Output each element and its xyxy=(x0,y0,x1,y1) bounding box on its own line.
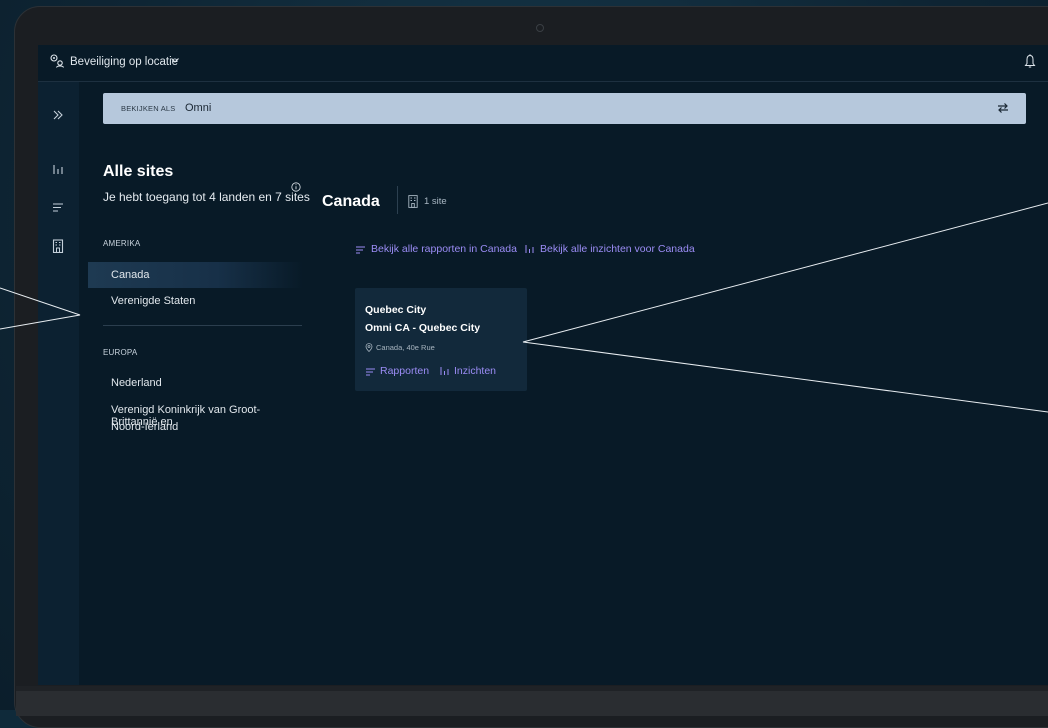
site-card-insights-label: Inzichten xyxy=(454,365,497,377)
country-item-united-kingdom-cont[interactable]: Noord-Ierland xyxy=(88,421,303,433)
region-divider xyxy=(103,325,302,326)
site-count: 1 site xyxy=(424,196,447,207)
site-card-address-text: Canada, 40e Rue xyxy=(376,343,435,352)
location-pin-icon xyxy=(365,343,373,352)
view-all-insights-link[interactable]: Bekijk alle inzichten voor Canada xyxy=(524,243,695,255)
site-card-address: Canada, 40e Rue xyxy=(365,343,435,352)
location-security-icon xyxy=(50,54,64,68)
view-all-insights-label: Bekijk alle inzichten voor Canada xyxy=(540,243,695,255)
chevron-down-icon[interactable] xyxy=(170,55,180,65)
swap-icon[interactable] xyxy=(996,101,1010,115)
view-as-label: BEKIJKEN ALS xyxy=(121,104,176,113)
site-card-insights-link[interactable]: Inzichten xyxy=(439,365,496,377)
reports-icon[interactable] xyxy=(51,200,65,214)
site-card-city: Quebec City xyxy=(365,304,427,316)
top-bar: Beveiliging op locatie xyxy=(38,45,1048,82)
nav-rail xyxy=(38,82,79,685)
sites-subtitle: Je hebt toegang tot 4 landen en 7 sites xyxy=(103,190,310,204)
app-title[interactable]: Beveiliging op locatie xyxy=(70,56,178,68)
country-item-netherlands[interactable]: Nederland xyxy=(88,377,303,389)
insights-icon[interactable] xyxy=(51,162,65,176)
camera xyxy=(536,24,544,32)
heading-divider xyxy=(397,186,398,214)
country-heading: Canada xyxy=(322,193,380,210)
insights-icon xyxy=(525,245,534,253)
expand-icon[interactable] xyxy=(51,108,65,122)
building-icon xyxy=(408,195,418,208)
sites-icon[interactable] xyxy=(51,239,65,253)
view-as-bar[interactable]: BEKIJKEN ALS Omni xyxy=(103,93,1026,124)
app-screen: Beveiliging op locatie BEKIJKEN ALS Omni xyxy=(38,45,1048,685)
laptop-base-edge xyxy=(16,686,1048,691)
site-card-reports-link[interactable]: Rapporten xyxy=(365,365,429,377)
site-card[interactable]: Quebec City Omni CA - Quebec City Canada… xyxy=(355,288,527,391)
country-item-united-states[interactable]: Verenigde Staten xyxy=(88,295,303,307)
view-all-reports-label: Bekijk alle rapporten in Canada xyxy=(371,243,517,255)
reports-icon xyxy=(356,246,365,253)
region-label-europe: EUROPA xyxy=(103,348,138,357)
region-label-america: AMERIKA xyxy=(103,239,141,248)
bell-icon[interactable] xyxy=(1024,54,1036,69)
site-card-reports-label: Rapporten xyxy=(380,365,430,377)
info-icon[interactable] xyxy=(291,182,301,192)
page-title: Alle sites xyxy=(103,163,174,180)
country-item-canada[interactable]: Canada xyxy=(88,262,303,288)
insights-icon xyxy=(440,367,449,375)
site-card-name: Omni CA - Quebec City xyxy=(365,322,481,334)
view-as-value: Omni xyxy=(185,102,212,114)
reports-icon xyxy=(366,368,375,375)
view-all-reports-link[interactable]: Bekijk alle rapporten in Canada xyxy=(355,243,517,255)
